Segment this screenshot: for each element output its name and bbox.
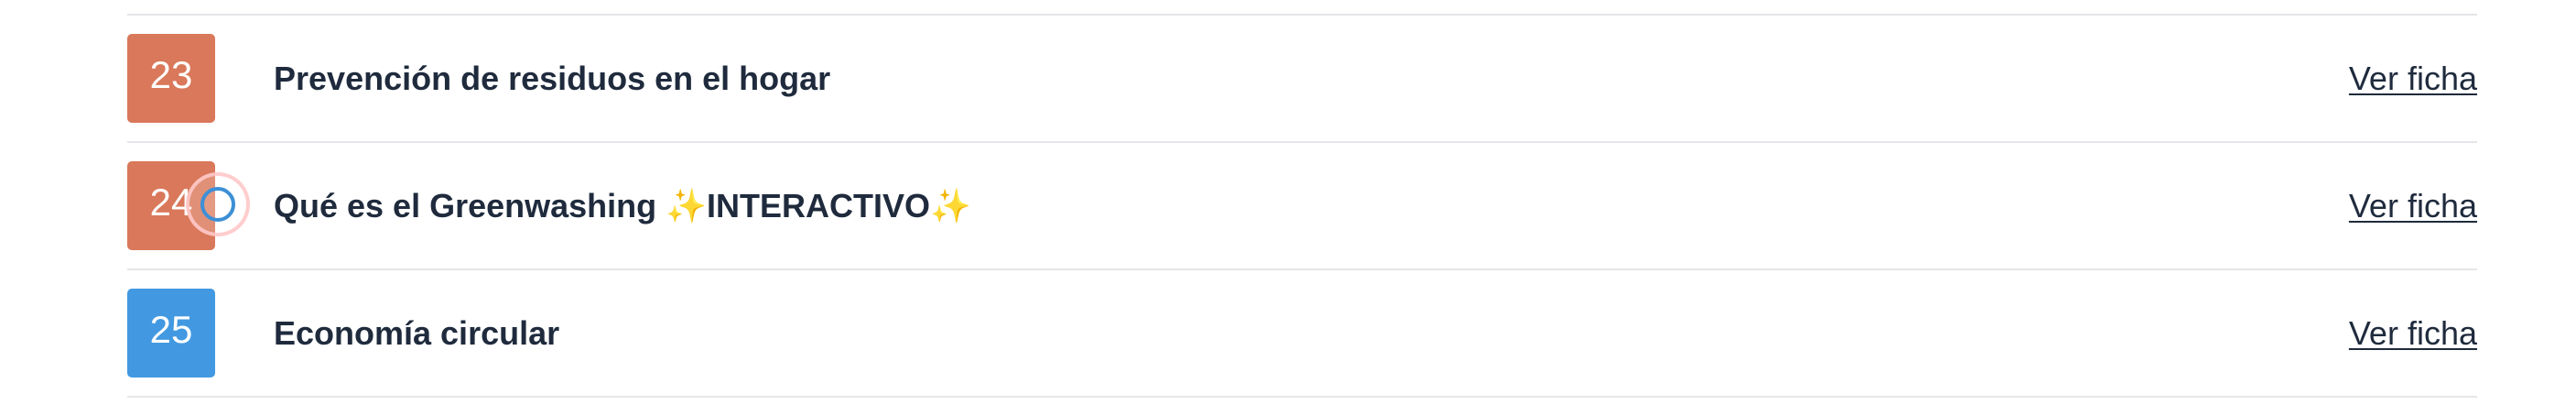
list-item: 24 Qué es el Greenwashing ✨INTERACTIVO✨ … <box>127 143 2477 268</box>
ver-ficha-link[interactable]: Ver ficha <box>2349 187 2477 225</box>
item-number-badge: 23 <box>127 34 215 123</box>
mouse-cursor-indicator <box>186 172 250 236</box>
ver-ficha-link[interactable]: Ver ficha <box>2349 60 2477 98</box>
item-title: Prevención de residuos en el hogar <box>274 59 831 97</box>
item-title: Economía circular <box>274 313 560 352</box>
ver-ficha-link[interactable]: Ver ficha <box>2349 314 2477 353</box>
item-number-badge: 25 <box>127 289 215 378</box>
item-list: 23 Prevención de residuos en el hogar Ve… <box>127 14 2477 398</box>
list-item: 23 Prevención de residuos en el hogar Ve… <box>127 16 2477 141</box>
list-item: 25 Economía circular Ver ficha <box>127 270 2477 396</box>
divider <box>127 396 2477 398</box>
cursor-dot <box>200 187 235 222</box>
item-title: Qué es el Greenwashing ✨INTERACTIVO✨ <box>274 186 971 224</box>
